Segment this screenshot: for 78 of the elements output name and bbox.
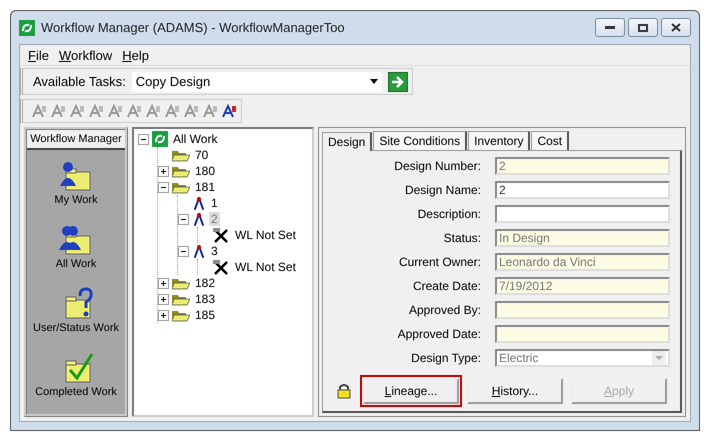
field-label: Create Date: xyxy=(412,279,481,293)
caret-icon xyxy=(370,79,378,84)
expand-icon[interactable] xyxy=(158,278,169,288)
tree-item[interactable]: 182 xyxy=(193,276,218,290)
collapse-icon[interactable] xyxy=(178,214,189,224)
field-label: Status: xyxy=(442,231,481,245)
expand-icon[interactable] xyxy=(158,294,169,304)
compass-icon xyxy=(192,211,206,227)
tools-icon xyxy=(212,227,230,243)
collapse-icon[interactable] xyxy=(138,134,149,144)
field-label: Approved Date: xyxy=(396,327,481,341)
field-label: Design Type: xyxy=(410,351,481,365)
compass-icon xyxy=(192,195,206,211)
input-field[interactable]: In Design xyxy=(495,229,670,247)
compass-icon xyxy=(192,243,206,259)
tree-item[interactable]: WL Not Set xyxy=(233,228,298,242)
close-button[interactable] xyxy=(661,18,691,37)
menu-item[interactable]: Workflow xyxy=(54,48,116,62)
folder-icon xyxy=(172,276,190,290)
field-label: Design Name: xyxy=(404,183,481,197)
dialog-button[interactable]: History... xyxy=(467,378,563,404)
sidebar-item[interactable]: Completed Work xyxy=(35,386,117,398)
folder-icon xyxy=(172,180,190,194)
minimize-icon xyxy=(605,26,615,30)
minimize-button[interactable] xyxy=(595,18,625,37)
folder-icon xyxy=(172,308,190,322)
tree-item[interactable]: 180 xyxy=(193,164,218,178)
maximize-button[interactable] xyxy=(628,18,658,37)
sidebar-title: Workflow Manager xyxy=(27,130,125,150)
sidebar-item[interactable]: My Work xyxy=(54,194,98,206)
menu-item[interactable]: Help xyxy=(118,48,153,62)
input-field[interactable] xyxy=(495,325,670,343)
field-label: Current Owner: xyxy=(398,255,481,269)
sidebar-item[interactable]: All Work xyxy=(56,258,96,270)
close-icon xyxy=(671,23,681,32)
input-field[interactable] xyxy=(495,301,670,319)
sidebar-item[interactable]: User/Status Work xyxy=(33,322,119,334)
tab[interactable]: Design xyxy=(322,132,372,151)
task-dropdown[interactable]: Copy Design xyxy=(132,72,382,92)
tree-item[interactable]: 183 xyxy=(193,292,218,306)
field-label: Approved By: xyxy=(408,303,481,317)
collapse-icon[interactable] xyxy=(158,182,169,192)
input-field[interactable]: 2 xyxy=(495,181,670,199)
arrow-icon xyxy=(390,76,405,88)
collapse-icon[interactable] xyxy=(178,246,189,256)
input-field[interactable]: Leonardo da Vinci xyxy=(495,253,670,271)
tab[interactable]: Inventory xyxy=(468,131,530,150)
task-value: Copy Design xyxy=(136,74,210,89)
tree-item[interactable]: 181 xyxy=(193,180,218,194)
maximize-icon xyxy=(638,24,648,32)
workflow-icon xyxy=(152,131,168,147)
tree-item[interactable]: 3 xyxy=(209,244,220,258)
tree-item[interactable]: 185 xyxy=(193,308,218,322)
folder-icon xyxy=(172,148,190,162)
input-field[interactable]: 7/19/2012 xyxy=(495,277,670,295)
input-field[interactable]: 2 xyxy=(495,157,670,175)
expand-icon[interactable] xyxy=(158,310,169,320)
field-label: Description: xyxy=(416,207,481,221)
expand-icon[interactable] xyxy=(158,166,169,176)
tab[interactable]: Site Conditions xyxy=(373,131,468,150)
folder-icon xyxy=(172,164,190,178)
toolbar-icon[interactable] xyxy=(221,103,237,119)
tree-item[interactable]: WL Not Set xyxy=(233,260,298,274)
app-logo-icon xyxy=(19,20,35,36)
tree-item[interactable]: 70 xyxy=(193,148,210,162)
field-label: Design Number: xyxy=(393,159,481,173)
folder-icon xyxy=(172,292,190,306)
task-label: Available Tasks: xyxy=(33,74,126,89)
tree-item[interactable]: 1 xyxy=(209,196,220,210)
input-field[interactable] xyxy=(495,205,670,223)
window-title: Workflow Manager (ADAMS) - WorkflowManagerToo xyxy=(41,20,345,35)
menu-item[interactable]: File xyxy=(24,48,53,62)
caret-icon xyxy=(652,351,666,365)
dialog-button[interactable]: Lineage... xyxy=(363,378,459,404)
tree-item[interactable]: All Work xyxy=(171,132,220,146)
go-button[interactable] xyxy=(388,72,408,92)
tools-icon xyxy=(212,259,230,275)
tab[interactable]: Cost xyxy=(531,131,570,150)
